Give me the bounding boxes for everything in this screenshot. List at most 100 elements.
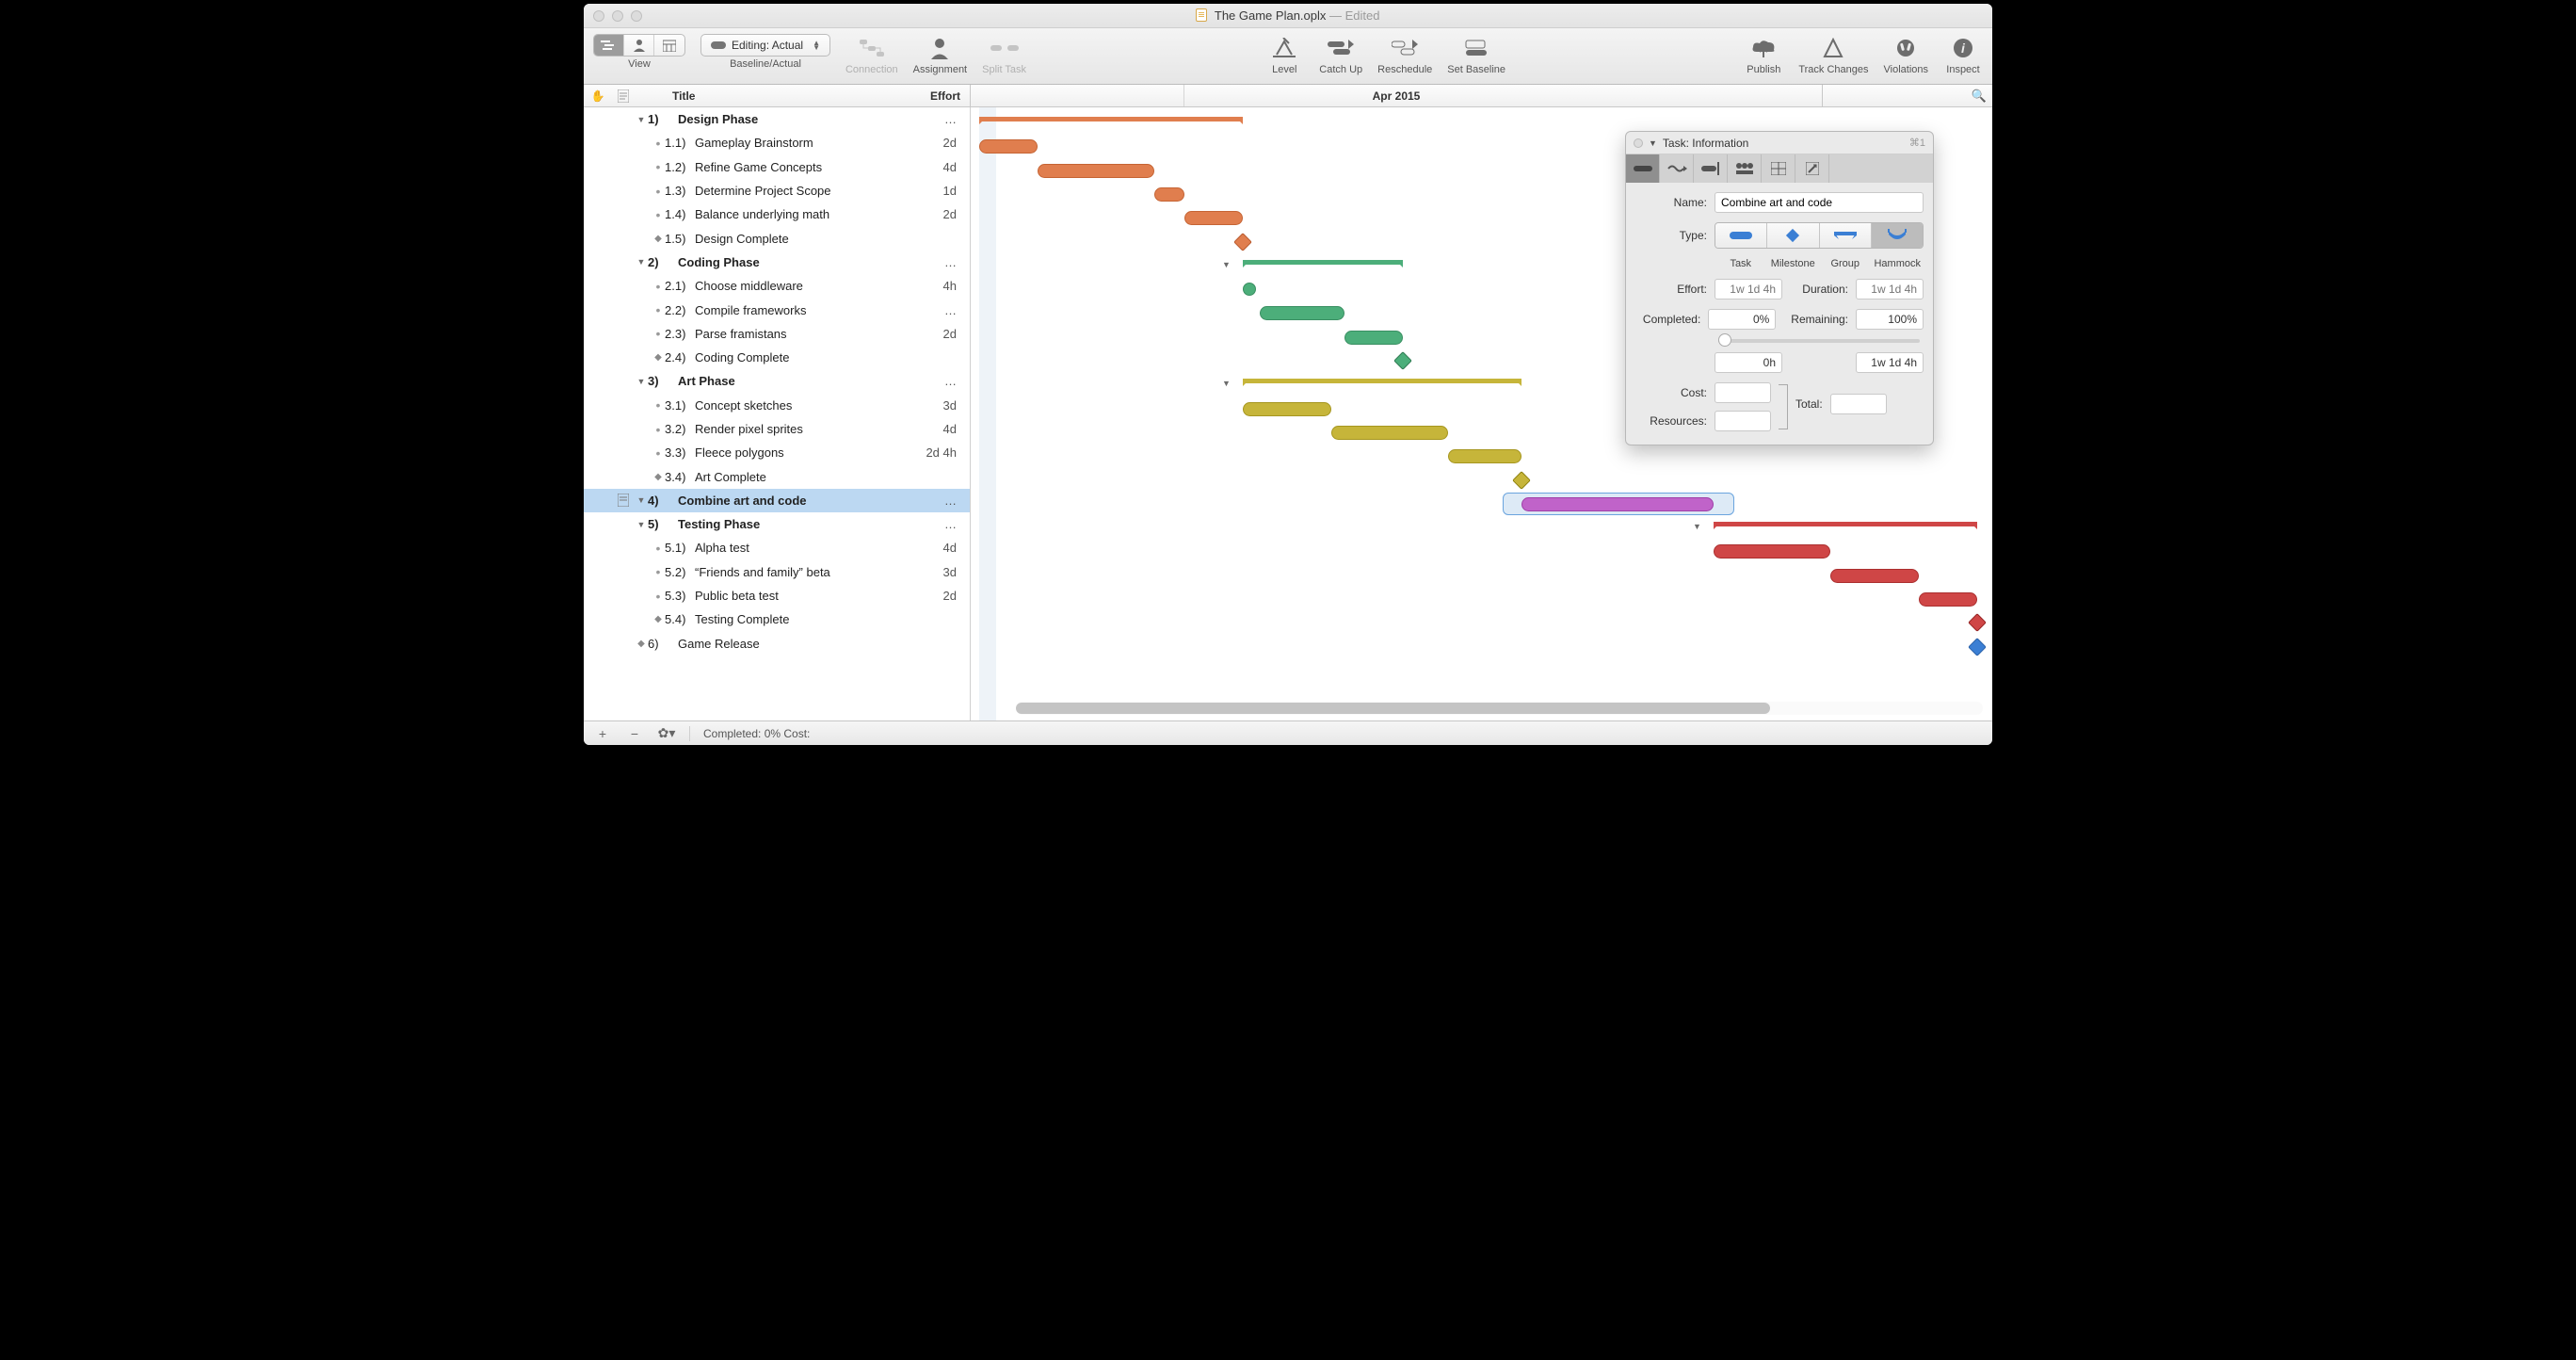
resource-view-button[interactable] xyxy=(624,35,654,56)
outline-row[interactable]: •2.1) Choose middleware4h xyxy=(584,274,970,298)
minimize-window-button[interactable] xyxy=(612,10,623,22)
duration-input[interactable] xyxy=(1856,279,1924,300)
outline-row[interactable]: •1.2) Refine Game Concepts4d xyxy=(584,155,970,179)
task-type-segmented[interactable] xyxy=(1715,222,1924,249)
outline-row[interactable]: •3.2) Render pixel sprites4d xyxy=(584,417,970,441)
disclosure-triangle-icon[interactable]: ▼ xyxy=(635,520,648,529)
assignment-toolbar-item[interactable]: Assignment xyxy=(913,34,967,75)
remove-button[interactable]: − xyxy=(625,726,644,741)
inspector-tab-resources[interactable] xyxy=(1728,154,1762,183)
completed-hours-input[interactable] xyxy=(1715,352,1782,373)
outline-row[interactable]: •5.3) Public beta test2d xyxy=(584,584,970,607)
gantt-task-bar[interactable] xyxy=(1243,402,1331,416)
notes-column-icon[interactable] xyxy=(612,89,635,103)
outline-row[interactable]: •5.2) “Friends and family” beta3d xyxy=(584,560,970,584)
connection-toolbar-item[interactable]: Connection xyxy=(845,34,898,75)
gantt-milestone[interactable] xyxy=(1233,233,1252,251)
type-milestone-button[interactable] xyxy=(1767,223,1819,248)
inspector-tab-scheduling[interactable] xyxy=(1694,154,1728,183)
gantt-chart[interactable]: ▼ Task: Information ⌘1 Name: xyxy=(971,107,1992,720)
close-window-button[interactable] xyxy=(593,10,604,22)
gantt-group-bar[interactable] xyxy=(979,117,1243,121)
remaining-input[interactable] xyxy=(1856,309,1924,330)
type-task-button[interactable] xyxy=(1715,223,1767,248)
gantt-task-bar[interactable] xyxy=(1919,592,1977,607)
gantt-task-bar[interactable] xyxy=(1260,306,1344,320)
view-mode-segmented[interactable] xyxy=(593,34,685,57)
disclosure-triangle-icon[interactable]: ▼ xyxy=(1649,138,1657,148)
inspector-tab-dependencies[interactable] xyxy=(1660,154,1694,183)
gantt-task-bar[interactable] xyxy=(1521,497,1714,511)
zoom-window-button[interactable] xyxy=(631,10,642,22)
add-button[interactable]: + xyxy=(593,726,612,741)
gantt-task-bar[interactable] xyxy=(1154,187,1184,202)
outline-row[interactable]: ▼1) Design Phase… xyxy=(584,107,970,131)
disclosure-triangle-icon[interactable]: ▼ xyxy=(635,495,648,505)
inspector-close-button[interactable] xyxy=(1634,138,1643,148)
inspector-tab-info[interactable] xyxy=(1626,154,1660,183)
outline-row[interactable]: ◆2.4) Coding Complete xyxy=(584,346,970,369)
effort-input[interactable] xyxy=(1715,279,1782,300)
cost-input[interactable] xyxy=(1715,382,1771,403)
gantt-milestone[interactable] xyxy=(1393,351,1412,370)
gantt-view-button[interactable] xyxy=(594,35,624,56)
type-hammock-button[interactable] xyxy=(1872,223,1923,248)
gantt-task-bar[interactable] xyxy=(979,139,1038,154)
split-task-toolbar-item[interactable]: Split Task xyxy=(982,34,1026,75)
gantt-task-bar[interactable] xyxy=(1448,449,1521,463)
outline-row[interactable]: ▼3) Art Phase… xyxy=(584,369,970,393)
outline-row[interactable]: •3.3) Fleece polygons2d 4h xyxy=(584,441,970,464)
inspector-titlebar[interactable]: ▼ Task: Information ⌘1 xyxy=(1626,132,1933,154)
calendar-view-button[interactable] xyxy=(654,35,684,56)
task-outline[interactable]: ▼1) Design Phase…•1.1) Gameplay Brainsto… xyxy=(584,107,971,720)
outline-row[interactable]: •1.3) Determine Project Scope1d xyxy=(584,179,970,202)
outline-row[interactable]: ▼2) Coding Phase… xyxy=(584,251,970,274)
gantt-task-bar[interactable] xyxy=(1184,211,1243,225)
inspect-toolbar-item[interactable]: i Inspect xyxy=(1943,34,1983,75)
outline-row[interactable]: •1.4) Balance underlying math2d xyxy=(584,202,970,226)
track-changes-toolbar-item[interactable]: Track Changes xyxy=(1798,34,1868,75)
set-baseline-toolbar-item[interactable]: Set Baseline xyxy=(1447,34,1505,75)
outline-row[interactable]: •2.2) Compile frameworks… xyxy=(584,298,970,321)
task-name-input[interactable] xyxy=(1715,192,1924,213)
search-icon[interactable]: 🔍 xyxy=(1972,89,1987,104)
gantt-group-bar[interactable] xyxy=(1714,522,1977,526)
gantt-task-bar[interactable] xyxy=(1344,331,1403,345)
completion-slider[interactable] xyxy=(1718,339,1920,343)
outline-row[interactable]: ◆1.5) Design Complete xyxy=(584,226,970,250)
gantt-task-bar[interactable] xyxy=(1830,569,1919,583)
outline-row[interactable]: ▼4) Combine art and code… xyxy=(584,489,970,512)
baseline-mode-popup[interactable]: Editing: Actual ▲▼ xyxy=(700,34,830,57)
inspector-tab-custom[interactable] xyxy=(1762,154,1795,183)
completed-input[interactable] xyxy=(1708,309,1776,330)
inspector-tab-attachments[interactable] xyxy=(1795,154,1829,183)
gantt-milestone[interactable] xyxy=(1512,471,1531,490)
gantt-task-bar[interactable] xyxy=(1714,544,1830,559)
timeline-header[interactable]: Apr 2015 xyxy=(971,85,1823,106)
outline-row[interactable]: ◆5.4) Testing Complete xyxy=(584,607,970,631)
publish-toolbar-item[interactable]: Publish xyxy=(1744,34,1783,75)
outline-row[interactable]: •3.1) Concept sketches3d xyxy=(584,394,970,417)
horizontal-scrollbar[interactable] xyxy=(1016,702,1983,715)
level-toolbar-item[interactable]: Level xyxy=(1264,34,1304,75)
outline-row[interactable]: •2.3) Parse framistans2d xyxy=(584,322,970,346)
gantt-group-bar[interactable] xyxy=(1243,379,1521,383)
title-column-header[interactable]: Title xyxy=(635,89,913,103)
violations-toolbar-item[interactable]: Violations xyxy=(1884,34,1929,75)
remaining-hours-input[interactable] xyxy=(1856,352,1924,373)
gantt-milestone[interactable] xyxy=(1968,613,1987,632)
reschedule-toolbar-item[interactable]: Reschedule xyxy=(1377,34,1432,75)
action-menu-button[interactable]: ✿▾ xyxy=(657,725,676,741)
outline-row[interactable]: •1.1) Gameplay Brainstorm2d xyxy=(584,131,970,154)
gantt-group-bar[interactable] xyxy=(1243,260,1403,265)
outline-row[interactable]: ◆3.4) Art Complete xyxy=(584,464,970,488)
outline-row[interactable]: ▼5) Testing Phase… xyxy=(584,512,970,536)
gantt-task-bar[interactable] xyxy=(1243,283,1256,296)
gantt-milestone[interactable] xyxy=(1968,638,1987,656)
outline-row[interactable]: ◆6) Game Release xyxy=(584,632,970,656)
effort-column-header[interactable]: Effort xyxy=(913,89,970,103)
outline-row[interactable]: •5.1) Alpha test4d xyxy=(584,536,970,559)
disclosure-triangle-icon[interactable]: ▼ xyxy=(635,377,648,386)
gantt-task-bar[interactable] xyxy=(1331,426,1448,440)
catch-up-toolbar-item[interactable]: Catch Up xyxy=(1319,34,1362,75)
